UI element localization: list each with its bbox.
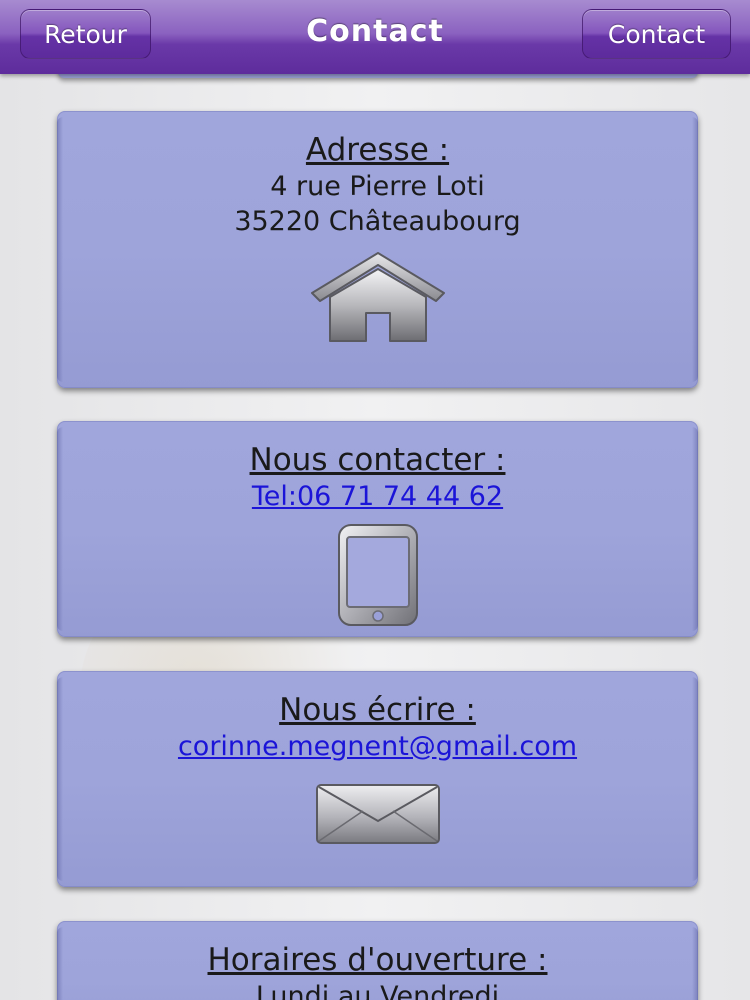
hours-title: Horaires d'ouverture :: [207, 942, 548, 978]
hours-card: Horaires d'ouverture : Lundi au Vendredi: [57, 921, 698, 1000]
address-line-street: 4 rue Pierre Loti: [270, 171, 485, 202]
navigation-bar: Retour Contact Contact: [0, 0, 750, 74]
email-link[interactable]: corinne.megnent@gmail.com: [178, 729, 577, 765]
phone-card: Nous contacter : Tel:06 71 74 44 62: [57, 421, 698, 637]
phone-link[interactable]: Tel:06 71 74 44 62: [252, 479, 503, 515]
hours-line-days: Lundi au Vendredi: [255, 981, 500, 1000]
house-icon[interactable]: [308, 249, 448, 345]
address-line-city: 35220 Châteaubourg: [234, 206, 521, 237]
contact-button[interactable]: Contact: [582, 9, 731, 59]
phone-title: Nous contacter :: [249, 442, 506, 478]
address-card: Adresse : 4 rue Pierre Loti 35220 Châtea…: [57, 111, 698, 388]
smartphone-icon[interactable]: [336, 523, 420, 627]
address-title: Adresse :: [305, 132, 450, 168]
envelope-icon[interactable]: [315, 783, 441, 845]
email-card: Nous écrire : corinne.megnent@gmail.com: [57, 671, 698, 887]
email-title: Nous écrire :: [279, 692, 476, 728]
